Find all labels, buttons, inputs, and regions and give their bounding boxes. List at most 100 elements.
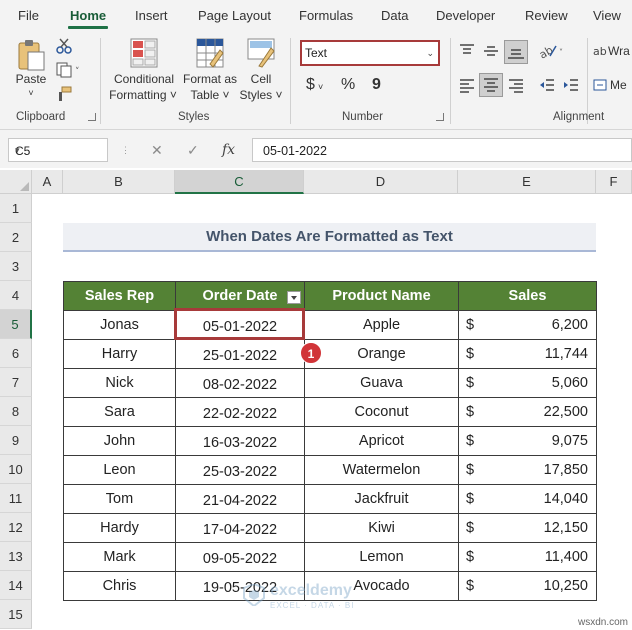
orientation-icon[interactable]: ab ˅ (537, 42, 566, 61)
column-header-e[interactable]: E (458, 170, 596, 194)
product-name-cell[interactable]: Orange (304, 339, 459, 369)
more-options-icon[interactable]: ⋮ (121, 145, 130, 156)
row-header-3[interactable]: 3 (0, 252, 32, 281)
tab-home[interactable]: Home (70, 8, 106, 23)
sales-cell[interactable]: $5,060 (458, 368, 597, 398)
tab-data[interactable]: Data (381, 8, 408, 23)
cell-styles-button[interactable]: Cell (240, 72, 282, 87)
paste-dropdown-icon[interactable]: ˅ (26, 86, 36, 101)
percent-style-button[interactable]: % (341, 76, 355, 94)
clipboard-launcher-icon[interactable] (88, 113, 96, 121)
tab-insert[interactable]: Insert (135, 8, 168, 23)
tab-review[interactable]: Review (525, 8, 568, 23)
order-date-cell[interactable]: 08-02-2022 (175, 368, 305, 398)
format-as-table-button[interactable]: Format as (180, 72, 240, 87)
row-header-4[interactable]: 4 (0, 281, 32, 310)
row-header-15[interactable]: 15 (0, 600, 32, 629)
sales-rep-cell[interactable]: Sara (63, 397, 176, 427)
conditional-formatting-button[interactable]: Conditional (108, 72, 180, 87)
row-header-11[interactable]: 11 (0, 484, 32, 513)
product-name-cell[interactable]: Coconut (304, 397, 459, 427)
currency-format-button[interactable]: $ (306, 76, 315, 94)
number-launcher-icon[interactable] (436, 113, 444, 121)
row-header-14[interactable]: 14 (0, 571, 32, 600)
format-as-table-dropdown[interactable]: Table ˅ (184, 88, 236, 103)
insert-function-icon[interactable]: fx (222, 142, 235, 158)
row-header-6[interactable]: 6 (0, 339, 32, 368)
sales-rep-cell[interactable]: John (63, 426, 176, 456)
product-name-cell[interactable]: Kiwi (304, 513, 459, 543)
row-header-13[interactable]: 13 (0, 542, 32, 571)
row-header-10[interactable]: 10 (0, 455, 32, 484)
wrap-text-button[interactable]: Wra (608, 44, 632, 59)
row-header-8[interactable]: 8 (0, 397, 32, 426)
header-product-name[interactable]: Product Name (304, 281, 459, 311)
merge-center-icon[interactable] (593, 78, 607, 92)
column-header-b[interactable]: B (63, 170, 175, 194)
align-middle-icon[interactable] (482, 42, 500, 60)
filter-dropdown-icon[interactable] (287, 291, 301, 304)
row-header-9[interactable]: 9 (0, 426, 32, 455)
tab-page-layout[interactable]: Page Layout (198, 8, 271, 23)
cancel-icon[interactable]: ✕ (151, 142, 163, 159)
product-name-cell[interactable]: Apple (304, 310, 459, 340)
row-header-7[interactable]: 7 (0, 368, 32, 397)
product-name-cell[interactable]: Jackfruit (304, 484, 459, 514)
sales-cell[interactable]: $11,744 (458, 339, 597, 369)
sales-rep-cell[interactable]: Jonas (63, 310, 176, 340)
tab-file[interactable]: File (18, 8, 39, 23)
cell-styles-icon[interactable] (247, 38, 275, 68)
cell-styles-dropdown[interactable]: Styles ˅ (234, 88, 288, 103)
format-painter-icon[interactable] (56, 86, 72, 102)
enter-icon[interactable]: ✓ (187, 142, 199, 159)
sales-cell[interactable]: $17,850 (458, 455, 597, 485)
sales-rep-cell[interactable]: Tom (63, 484, 176, 514)
sales-rep-cell[interactable]: Hardy (63, 513, 176, 543)
sales-rep-cell[interactable]: Chris (63, 571, 176, 601)
tab-view[interactable]: View (593, 8, 621, 23)
sales-cell[interactable]: $12,150 (458, 513, 597, 543)
wrap-text-icon[interactable]: ab (593, 44, 607, 58)
sales-rep-cell[interactable]: Leon (63, 455, 176, 485)
header-order-date[interactable]: Order Date (175, 281, 305, 311)
order-date-cell[interactable]: 21-04-2022 (175, 484, 305, 514)
sales-rep-cell[interactable]: Harry (63, 339, 176, 369)
sales-cell[interactable]: $6,200 (458, 310, 597, 340)
order-date-cell[interactable]: 22-02-2022 (175, 397, 305, 427)
sales-cell[interactable]: $11,400 (458, 542, 597, 572)
tab-developer[interactable]: Developer (436, 8, 495, 23)
decrease-indent-icon[interactable] (538, 76, 556, 94)
align-right-icon[interactable] (507, 76, 525, 94)
currency-dropdown-icon[interactable]: ˅ (318, 82, 323, 92)
order-date-cell[interactable]: 25-01-2022 (175, 339, 305, 369)
comma-style-button[interactable]: 9 (372, 76, 381, 94)
sales-rep-cell[interactable]: Nick (63, 368, 176, 398)
name-box[interactable]: C5 ▾ (8, 138, 108, 162)
product-name-cell[interactable]: Guava (304, 368, 459, 398)
merge-center-button[interactable]: Me (610, 78, 632, 93)
cut-icon[interactable] (56, 38, 72, 54)
select-all-button[interactable] (0, 170, 32, 194)
align-left-icon[interactable] (458, 76, 476, 94)
formula-input[interactable]: 05-01-2022 (252, 138, 632, 162)
row-header-2[interactable]: 2 (0, 223, 32, 252)
product-name-cell[interactable]: Lemon (304, 542, 459, 572)
align-center-icon[interactable] (479, 73, 503, 97)
conditional-formatting-dropdown[interactable]: Formatting ˅ (104, 88, 182, 103)
sales-cell[interactable]: $9,075 (458, 426, 597, 456)
order-date-cell[interactable]: 17-04-2022 (175, 513, 305, 543)
paste-icon[interactable] (16, 38, 46, 72)
sales-cell[interactable]: $14,040 (458, 484, 597, 514)
sales-cell[interactable]: $22,500 (458, 397, 597, 427)
header-sales[interactable]: Sales (458, 281, 597, 311)
row-header-1[interactable]: 1 (0, 194, 32, 223)
conditional-formatting-icon[interactable] (130, 38, 158, 68)
number-format-select[interactable]: Text ⌄ (300, 40, 440, 66)
column-header-f[interactable]: F (596, 170, 632, 194)
align-bottom-icon[interactable] (504, 40, 528, 64)
order-date-cell[interactable]: 16-03-2022 (175, 426, 305, 456)
align-top-icon[interactable] (458, 42, 476, 60)
order-date-cell[interactable]: 05-01-2022 (175, 310, 305, 340)
sales-rep-cell[interactable]: Mark (63, 542, 176, 572)
paste-button[interactable]: Paste (14, 72, 48, 87)
